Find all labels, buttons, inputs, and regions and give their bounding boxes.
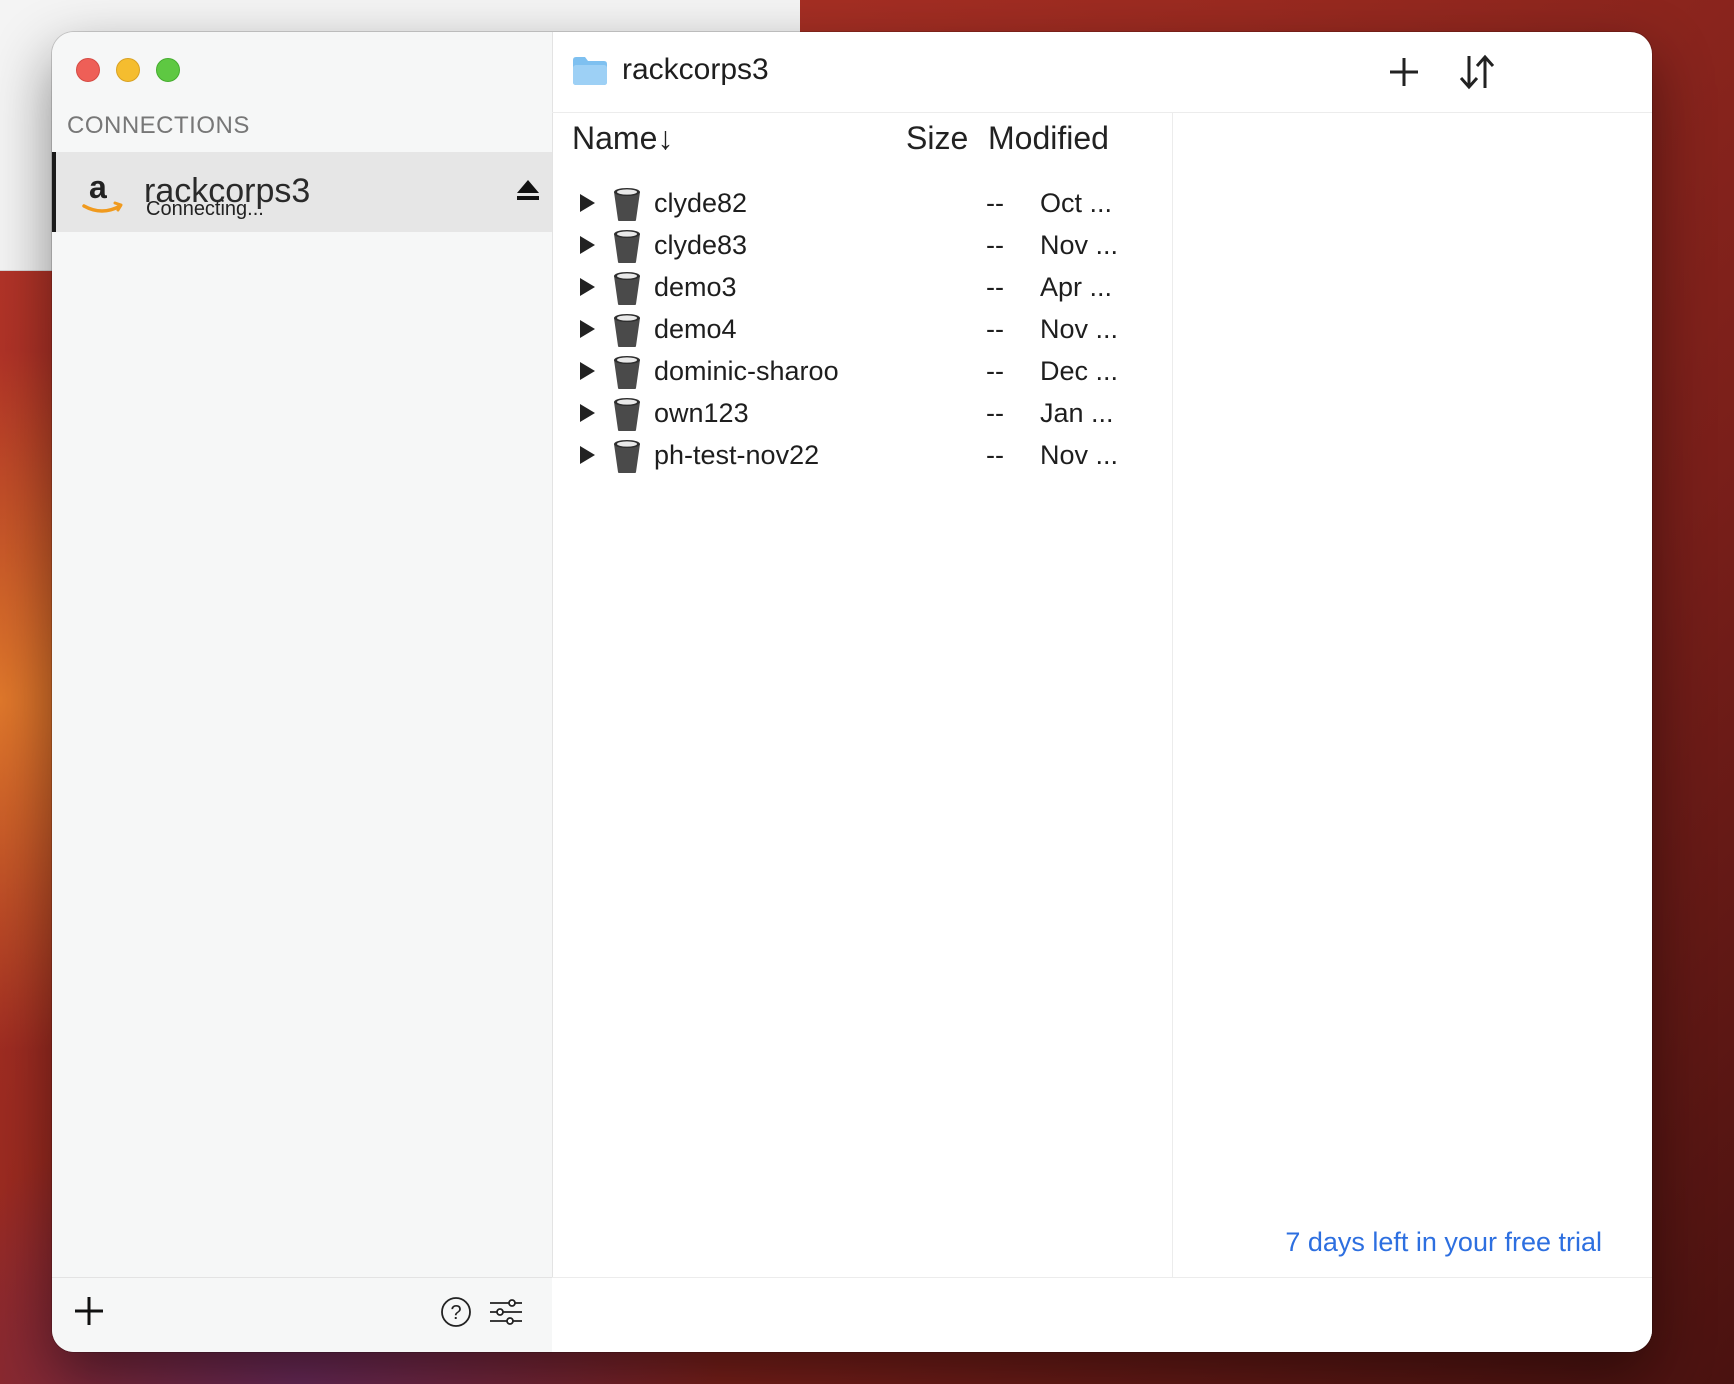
bucket-name: own123: [654, 398, 749, 428]
column-header-name[interactable]: Name↓: [572, 120, 673, 157]
file-list: Name↓ Size Modified clyde82 -- Oct ... clyd…: [552, 112, 1173, 1307]
current-location-title: rackcorps3: [622, 53, 769, 86]
settings-sliders-icon[interactable]: [488, 1298, 524, 1326]
svg-text:?: ?: [450, 1302, 461, 1324]
table-row[interactable]: clyde82 -- Oct ...: [552, 184, 1172, 226]
bucket-name: ph-test-nov22: [654, 440, 820, 470]
eject-icon[interactable]: [516, 178, 540, 202]
connections-section-title: CONNECTIONS: [67, 112, 250, 139]
bucket-name: demo3: [654, 272, 737, 302]
svg-text:a: a: [89, 169, 107, 205]
bucket-size: --: [986, 440, 1004, 470]
add-icon[interactable]: [1386, 54, 1422, 90]
table-row[interactable]: ph-test-nov22 -- Nov ...: [552, 436, 1172, 478]
folder-icon: [573, 57, 607, 85]
close-window-button[interactable]: [76, 58, 100, 82]
free-trial-link[interactable]: 7 days left in your free trial: [1285, 1227, 1602, 1258]
column-header-modified[interactable]: Modified: [988, 120, 1109, 157]
table-row[interactable]: own123 -- Jan ...: [552, 394, 1172, 436]
bucket-icon: [614, 440, 640, 473]
connection-status: Connecting...: [146, 198, 264, 220]
bucket-modified: Dec ...: [1040, 356, 1119, 386]
disclosure-triangle-icon[interactable]: [578, 319, 596, 339]
bucket-name: dominic-sharoo: [654, 356, 839, 386]
bucket-size: --: [986, 398, 1004, 428]
bucket-icon: [614, 188, 640, 221]
bucket-icon: [614, 398, 640, 431]
table-row[interactable]: demo4 -- Nov ...: [552, 310, 1172, 352]
sort-icon[interactable]: [1458, 52, 1496, 92]
bucket-rows: clyde82 -- Oct ... clyde83 -- Nov ... demo3 -- A…: [552, 184, 1172, 478]
disclosure-triangle-icon[interactable]: [578, 361, 596, 381]
disclosure-triangle-icon[interactable]: [578, 445, 596, 465]
minimize-window-button[interactable]: [116, 58, 140, 82]
window-controls: [76, 58, 180, 82]
bucket-modified: Nov ...: [1040, 440, 1119, 470]
bucket-size: --: [986, 272, 1004, 302]
table-row[interactable]: clyde83 -- Nov ...: [552, 226, 1172, 268]
app-window: CONNECTIONS a rackcorps3 Connecting... ?: [52, 32, 1652, 1352]
bucket-name: demo4: [654, 314, 737, 344]
bucket-size: --: [986, 356, 1004, 386]
connection-item-rackcorps3[interactable]: a rackcorps3 Connecting...: [52, 152, 552, 232]
bucket-icon: [614, 356, 640, 389]
bucket-modified: Jan ...: [1040, 398, 1114, 428]
bucket-name: clyde82: [654, 188, 748, 218]
disclosure-triangle-icon[interactable]: [578, 193, 596, 213]
bucket-size: --: [986, 314, 1004, 344]
bottom-status-bar: [552, 1277, 1652, 1352]
bucket-modified: Nov ...: [1040, 230, 1119, 260]
main-pane: rackcorps3 Name↓ Size Modified clyde82 --…: [552, 32, 1652, 1352]
column-header-size[interactable]: Size: [906, 120, 968, 157]
bucket-size: --: [986, 188, 1004, 218]
bucket-icon: [614, 272, 640, 305]
bucket-modified: Nov ...: [1040, 314, 1119, 344]
bucket-size: --: [986, 230, 1004, 260]
sidebar-footer: ?: [52, 1277, 552, 1352]
zoom-window-button[interactable]: [156, 58, 180, 82]
disclosure-triangle-icon[interactable]: [578, 403, 596, 423]
table-row[interactable]: dominic-sharoo -- Dec ...: [552, 352, 1172, 394]
bucket-modified: Oct ...: [1040, 188, 1113, 218]
disclosure-triangle-icon[interactable]: [578, 235, 596, 255]
bucket-name: clyde83: [654, 230, 748, 260]
toolbar: rackcorps3: [552, 32, 1652, 113]
disclosure-triangle-icon[interactable]: [578, 277, 596, 297]
sidebar: CONNECTIONS a rackcorps3 Connecting... ?: [52, 32, 553, 1352]
bucket-icon: [614, 230, 640, 263]
bucket-icon: [614, 314, 640, 347]
amazon-logo-icon: a: [82, 169, 123, 213]
add-connection-button[interactable]: [72, 1294, 106, 1328]
help-icon[interactable]: ?: [440, 1296, 472, 1328]
table-row[interactable]: demo3 -- Apr ...: [552, 268, 1172, 310]
bucket-modified: Apr ...: [1040, 272, 1113, 302]
